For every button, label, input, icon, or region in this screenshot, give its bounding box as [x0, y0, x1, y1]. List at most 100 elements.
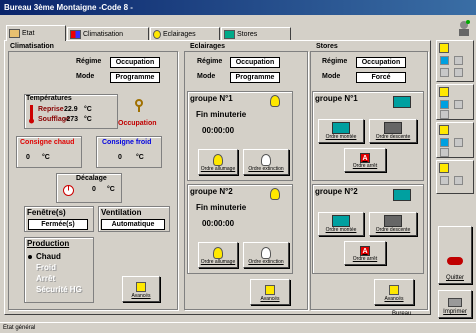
ecl-avances-label: Avancés	[260, 296, 280, 302]
imprimer-label: Imprimer	[443, 309, 467, 315]
bulb-icon	[153, 29, 161, 39]
production-label: Production	[27, 239, 70, 248]
panel-icon	[440, 68, 449, 77]
bulb-on-icon	[213, 154, 223, 166]
production-option-label: Sécurité HG	[36, 285, 82, 294]
temps-title: Températures	[26, 95, 72, 102]
production-option-arret: Arrêt	[28, 273, 92, 284]
ecl-groupe-2-extinction-button[interactable]: Ordre extinction	[243, 242, 289, 268]
decalage-label: Décalage	[76, 175, 107, 182]
dial-icon[interactable]	[63, 185, 74, 196]
stores-groupe-2-descente-button[interactable]: Ordre descente	[369, 212, 417, 236]
side-panel-1[interactable]	[436, 40, 474, 82]
stores-groupe-2-title: groupe N°2	[315, 187, 358, 196]
clim-regime-value: Occupation	[110, 57, 160, 68]
tab-eclairages-label: Eclairages	[163, 30, 196, 38]
decalage-value: 0	[92, 186, 96, 193]
nav-icon	[440, 138, 449, 147]
radio-selected-icon	[28, 254, 32, 259]
imprimer-button[interactable]: Imprimer	[438, 290, 472, 318]
key-icon	[134, 99, 144, 113]
panel-icon	[440, 110, 449, 119]
production-option-label: Froid	[36, 263, 56, 272]
eclairages-title: Eclairages	[190, 43, 226, 50]
ecl-groupe-1-extinction-button[interactable]: Ordre extinction	[243, 149, 289, 175]
bulb-off-icon	[261, 247, 271, 259]
side-panel-3[interactable]	[436, 122, 474, 158]
stores-groupe-1-arret-button[interactable]: A Ordre arrêt	[344, 148, 386, 172]
stores-groupe-2-descente-label: Ordre descente	[375, 227, 411, 233]
stores-avances-button[interactable]: Avancés	[374, 279, 414, 305]
ecl-groupe-2-fin-label: Fin minuterie	[196, 203, 247, 212]
ecl-mode-label: Mode	[197, 73, 216, 80]
reprise-value: 22.9	[64, 106, 78, 113]
consigne-chaud-unit: °C	[42, 154, 50, 161]
ecl-groupe-1-allumage-button[interactable]: Ordre allumage	[198, 149, 238, 175]
stack-icon	[9, 29, 20, 38]
consigne-chaud-value: 0	[26, 154, 30, 161]
ecl-groupe-1-timer: 00:00:00	[202, 126, 235, 135]
document-pen-icon	[389, 285, 399, 295]
document-pen-icon	[265, 285, 275, 295]
production-option-chaud[interactable]: Chaud	[28, 251, 92, 262]
ecl-avances-button[interactable]: Avancés	[250, 279, 290, 305]
quitter-label: Quitter	[445, 275, 464, 281]
ecl-groupe-1-fin-label: Fin minuterie	[196, 110, 247, 119]
stores-groupe-2-arret-button[interactable]: A Ordre arrêt	[344, 241, 386, 265]
exit-icon	[447, 257, 463, 265]
stores-groupe-1-montee-button[interactable]: Ordre montée	[318, 119, 364, 143]
clim-regime-label: Régime	[76, 58, 102, 65]
bulb-off-icon	[261, 154, 271, 166]
window-icon	[224, 29, 235, 39]
production-option-label: Chaud	[36, 252, 61, 261]
store-icon	[393, 96, 411, 108]
settings-user-icon[interactable]	[456, 19, 472, 37]
stores-groupe-2-montee-button[interactable]: Ordre montée	[318, 212, 364, 236]
production-options: Chaud Froid Arrêt Sécurité HG	[28, 251, 92, 301]
stores-mode-label: Mode	[322, 73, 341, 80]
panel-icon	[454, 68, 463, 77]
ecl-groupe-1-title: groupe N°1	[190, 94, 233, 103]
home-icon	[439, 87, 449, 97]
consigne-chaud-label: Consigne chaud	[20, 139, 75, 146]
store-down-icon	[384, 122, 402, 134]
reprise-unit: °C	[84, 106, 92, 113]
consigne-froid-value: 0	[118, 154, 122, 161]
tab-climatisation[interactable]: Climatisation	[67, 27, 149, 40]
clim-avances-label: Avancés	[131, 293, 151, 299]
home-icon	[439, 163, 449, 173]
store-down-icon	[384, 215, 402, 227]
clim-avances-button[interactable]: Avancés	[122, 276, 160, 302]
nav-icon	[440, 100, 449, 109]
tab-eclairages[interactable]: Eclairages	[150, 27, 220, 40]
ventilation-value: Automatique	[101, 219, 165, 230]
production-option-label: Arrêt	[36, 274, 56, 283]
soufflage-unit: °C	[84, 116, 92, 123]
side-panel-2[interactable]	[436, 84, 474, 120]
store-up-icon	[332, 122, 350, 134]
stores-avances-label: Avancés	[384, 296, 404, 302]
fenetres-value: Fermée(s)	[28, 219, 88, 230]
stores-title: Stores	[316, 43, 338, 50]
clim-mode-label: Mode	[76, 73, 95, 80]
stores-mode-value: Forcé	[356, 72, 406, 83]
printer-icon	[448, 298, 462, 307]
stores-groupe-2-arret-label: Ordre arrêt	[352, 256, 378, 262]
side-panel-4[interactable]	[436, 160, 474, 194]
tool-icon	[454, 100, 463, 109]
tab-etat[interactable]: Etat	[6, 25, 66, 41]
ecl-groupe-2-extinction-label: Ordre extinction	[248, 259, 284, 265]
stores-regime-value: Occupation	[356, 57, 406, 68]
decalage-unit: °C	[107, 186, 115, 193]
tab-stores[interactable]: Stores	[221, 27, 291, 40]
tool-icon	[454, 56, 463, 65]
nav-icon	[440, 176, 449, 185]
stop-icon: A	[360, 246, 370, 256]
stores-groupe-1-arret-label: Ordre arrêt	[352, 163, 378, 169]
bulb-icon	[270, 188, 280, 200]
ecl-groupe-1-allumage-label: Ordre allumage	[200, 166, 236, 172]
production-option-froid: Froid	[28, 262, 92, 273]
quitter-button[interactable]: Quitter	[438, 226, 472, 284]
stores-groupe-1-descente-button[interactable]: Ordre descente	[369, 119, 417, 143]
ecl-groupe-2-allumage-button[interactable]: Ordre allumage	[198, 242, 238, 268]
